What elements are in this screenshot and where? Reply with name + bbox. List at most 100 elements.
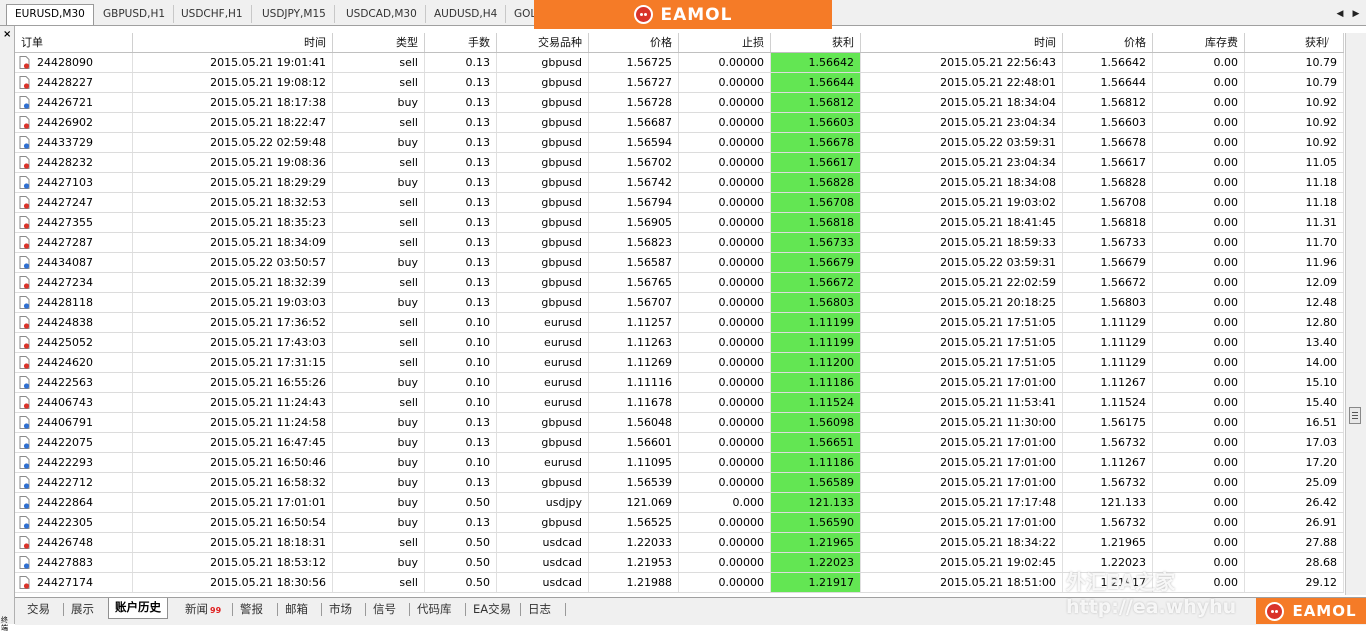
cell-order: 24426721 xyxy=(15,93,133,112)
col-header-take-profit[interactable]: 获利 xyxy=(771,33,861,52)
cell-take-profit: 1.21965 xyxy=(771,533,861,552)
tab-exposure[interactable]: 展示 xyxy=(65,600,100,618)
tab-scroll-left-icon[interactable]: ◀ xyxy=(1334,8,1346,20)
table-row[interactable]: 24406743 2015.05.21 11:24:43 sell 0.10 eurus… xyxy=(15,393,1344,413)
cell-close-time: 2015.05.21 18:41:45 xyxy=(861,213,1063,232)
table-row[interactable]: 24425052 2015.05.21 17:43:03 sell 0.10 eurus… xyxy=(15,333,1344,353)
table-row[interactable]: 24426902 2015.05.21 18:22:47 sell 0.13 gbpus… xyxy=(15,113,1344,133)
table-row[interactable]: 24424838 2015.05.21 17:36:52 sell 0.10 eurus… xyxy=(15,313,1344,333)
tab-signals[interactable]: 信号 xyxy=(367,600,402,618)
col-header-order[interactable]: 订单 xyxy=(15,33,133,52)
col-header-type[interactable]: 类型 xyxy=(333,33,425,52)
cell-open-price: 1.56525 xyxy=(589,513,679,532)
table-row[interactable]: 24422075 2015.05.21 16:47:45 buy 0.13 gbpusd… xyxy=(15,433,1344,453)
cell-take-profit: 1.56803 xyxy=(771,293,861,312)
cell-order: 24427234 xyxy=(15,273,133,292)
cell-close-price: 1.56642 xyxy=(1063,53,1153,72)
cell-close-time: 2015.05.21 22:02:59 xyxy=(861,273,1063,292)
table-row[interactable]: 24428232 2015.05.21 19:08:36 sell 0.13 gbpus… xyxy=(15,153,1344,173)
table-row[interactable]: 24422563 2015.05.21 16:55:26 buy 0.10 eurusd… xyxy=(15,373,1344,393)
table-row[interactable]: 24422305 2015.05.21 16:50:54 buy 0.13 gbpusd… xyxy=(15,513,1344,533)
tab-account-history[interactable]: 账户历史 xyxy=(108,598,168,619)
chart-tab-usdchf-h1[interactable]: USDCHF,H1 xyxy=(173,5,252,23)
table-row[interactable]: 24428118 2015.05.21 19:03:03 buy 0.13 gbpusd… xyxy=(15,293,1344,313)
cell-type: sell xyxy=(333,153,425,172)
cell-close-price: 1.56644 xyxy=(1063,73,1153,92)
tab-market[interactable]: 市场 xyxy=(323,600,358,618)
table-row[interactable]: 24427103 2015.05.21 18:29:29 buy 0.13 gbpusd… xyxy=(15,173,1344,193)
cell-close-price: 1.11524 xyxy=(1063,393,1153,412)
sell-trade-icon xyxy=(19,536,30,549)
col-header-stop-loss[interactable]: 止损 xyxy=(679,33,771,52)
col-header-close-time[interactable]: 时间 xyxy=(861,33,1063,52)
tab-alerts[interactable]: 警报 xyxy=(234,600,269,618)
col-header-symbol[interactable]: 交易品种 xyxy=(497,33,589,52)
cell-stop-loss: 0.00000 xyxy=(679,333,771,352)
scrollbar-thumb[interactable] xyxy=(1349,407,1361,424)
cell-close-time: 2015.05.21 20:18:25 xyxy=(861,293,1063,312)
cell-symbol: gbpusd xyxy=(497,53,589,72)
tab-code-base[interactable]: 代码库 xyxy=(411,600,458,618)
table-row[interactable]: 24424620 2015.05.21 17:31:15 sell 0.10 eurus… xyxy=(15,353,1344,373)
cell-order: 24422293 xyxy=(15,453,133,472)
sell-trade-icon xyxy=(19,576,30,589)
col-header-swap[interactable]: 库存费 xyxy=(1153,33,1245,52)
cell-close-price: 1.56733 xyxy=(1063,233,1153,252)
cell-open-price: 1.56905 xyxy=(589,213,679,232)
tab-experts[interactable]: EA交易 xyxy=(467,600,517,618)
buy-trade-icon xyxy=(19,496,30,509)
cell-close-time: 2015.05.21 19:03:02 xyxy=(861,193,1063,212)
cell-profit: 16.51 xyxy=(1245,413,1344,432)
table-row[interactable]: 24428090 2015.05.21 19:01:41 sell 0.13 gbpus… xyxy=(15,53,1344,73)
table-row[interactable]: 24427234 2015.05.21 18:32:39 sell 0.13 gbpus… xyxy=(15,273,1344,293)
cell-lots: 0.50 xyxy=(425,533,497,552)
table-row[interactable]: 24427355 2015.05.21 18:35:23 sell 0.13 gbpus… xyxy=(15,213,1344,233)
table-row[interactable]: 24428227 2015.05.21 19:08:12 sell 0.13 gbpus… xyxy=(15,73,1344,93)
chart-tab-eurusd-m30[interactable]: EURUSD,M30 xyxy=(6,4,94,25)
tab-scroll-right-icon[interactable]: ▶ xyxy=(1350,8,1362,20)
cell-type: sell xyxy=(333,113,425,132)
cell-close-time: 2015.05.22 03:59:31 xyxy=(861,133,1063,152)
cell-take-profit: 1.11524 xyxy=(771,393,861,412)
cell-close-time: 2015.05.21 17:01:00 xyxy=(861,473,1063,492)
table-row[interactable]: 24422712 2015.05.21 16:58:32 buy 0.13 gbpusd… xyxy=(15,473,1344,493)
cell-lots: 0.13 xyxy=(425,233,497,252)
cell-profit: 11.31 xyxy=(1245,213,1344,232)
tab-mailbox[interactable]: 邮箱 xyxy=(279,600,314,618)
close-icon[interactable]: × xyxy=(3,29,11,40)
sell-trade-icon xyxy=(19,116,30,129)
chart-tab-audusd-h4[interactable]: AUDUSD,H4 xyxy=(426,5,507,23)
cell-stop-loss: 0.00000 xyxy=(679,573,771,592)
cell-type: sell xyxy=(333,353,425,372)
tab-journal[interactable]: 日志 xyxy=(522,600,557,618)
sell-trade-icon xyxy=(19,276,30,289)
table-row[interactable]: 24433729 2015.05.22 02:59:48 buy 0.13 gbpusd… xyxy=(15,133,1344,153)
table-row[interactable]: 24426721 2015.05.21 18:17:38 buy 0.13 gbpusd… xyxy=(15,93,1344,113)
cell-close-price: 1.56603 xyxy=(1063,113,1153,132)
vertical-scrollbar[interactable] xyxy=(1345,33,1366,595)
cell-profit: 26.91 xyxy=(1245,513,1344,532)
chart-tab-usdcad-m30[interactable]: USDCAD,M30 xyxy=(338,5,426,23)
col-header-lots[interactable]: 手数 xyxy=(425,33,497,52)
tab-separator xyxy=(63,603,64,616)
chart-tab-usdjpy-m15[interactable]: USDJPY,M15 xyxy=(254,5,335,23)
chart-tab-gbpusd-h1[interactable]: GBPUSD,H1 xyxy=(95,5,175,23)
cell-type: sell xyxy=(333,533,425,552)
table-row[interactable]: 24427287 2015.05.21 18:34:09 sell 0.13 gbpus… xyxy=(15,233,1344,253)
buy-trade-icon xyxy=(19,136,30,149)
table-row[interactable]: 24422864 2015.05.21 17:01:01 buy 0.50 usdjpy… xyxy=(15,493,1344,513)
cell-take-profit: 1.56828 xyxy=(771,173,861,192)
cell-open-price: 1.56725 xyxy=(589,53,679,72)
cell-stop-loss: 0.00000 xyxy=(679,533,771,552)
table-row[interactable]: 24427247 2015.05.21 18:32:53 sell 0.13 gbpus… xyxy=(15,193,1344,213)
table-row[interactable]: 24422293 2015.05.21 16:50:46 buy 0.10 eurusd… xyxy=(15,453,1344,473)
col-header-open-price[interactable]: 价格 xyxy=(589,33,679,52)
table-row[interactable]: 24426748 2015.05.21 18:18:31 sell 0.50 usdca… xyxy=(15,533,1344,553)
col-header-close-price[interactable]: 价格 xyxy=(1063,33,1153,52)
table-row[interactable]: 24434087 2015.05.22 03:50:57 buy 0.13 gbpusd… xyxy=(15,253,1344,273)
col-header-open-time[interactable]: 时间 xyxy=(133,33,333,52)
tab-news[interactable]: 新闻 99 xyxy=(179,600,227,618)
tab-trade[interactable]: 交易 xyxy=(21,600,56,618)
cell-stop-loss: 0.00000 xyxy=(679,133,771,152)
table-row[interactable]: 24406791 2015.05.21 11:24:58 buy 0.13 gbpusd… xyxy=(15,413,1344,433)
